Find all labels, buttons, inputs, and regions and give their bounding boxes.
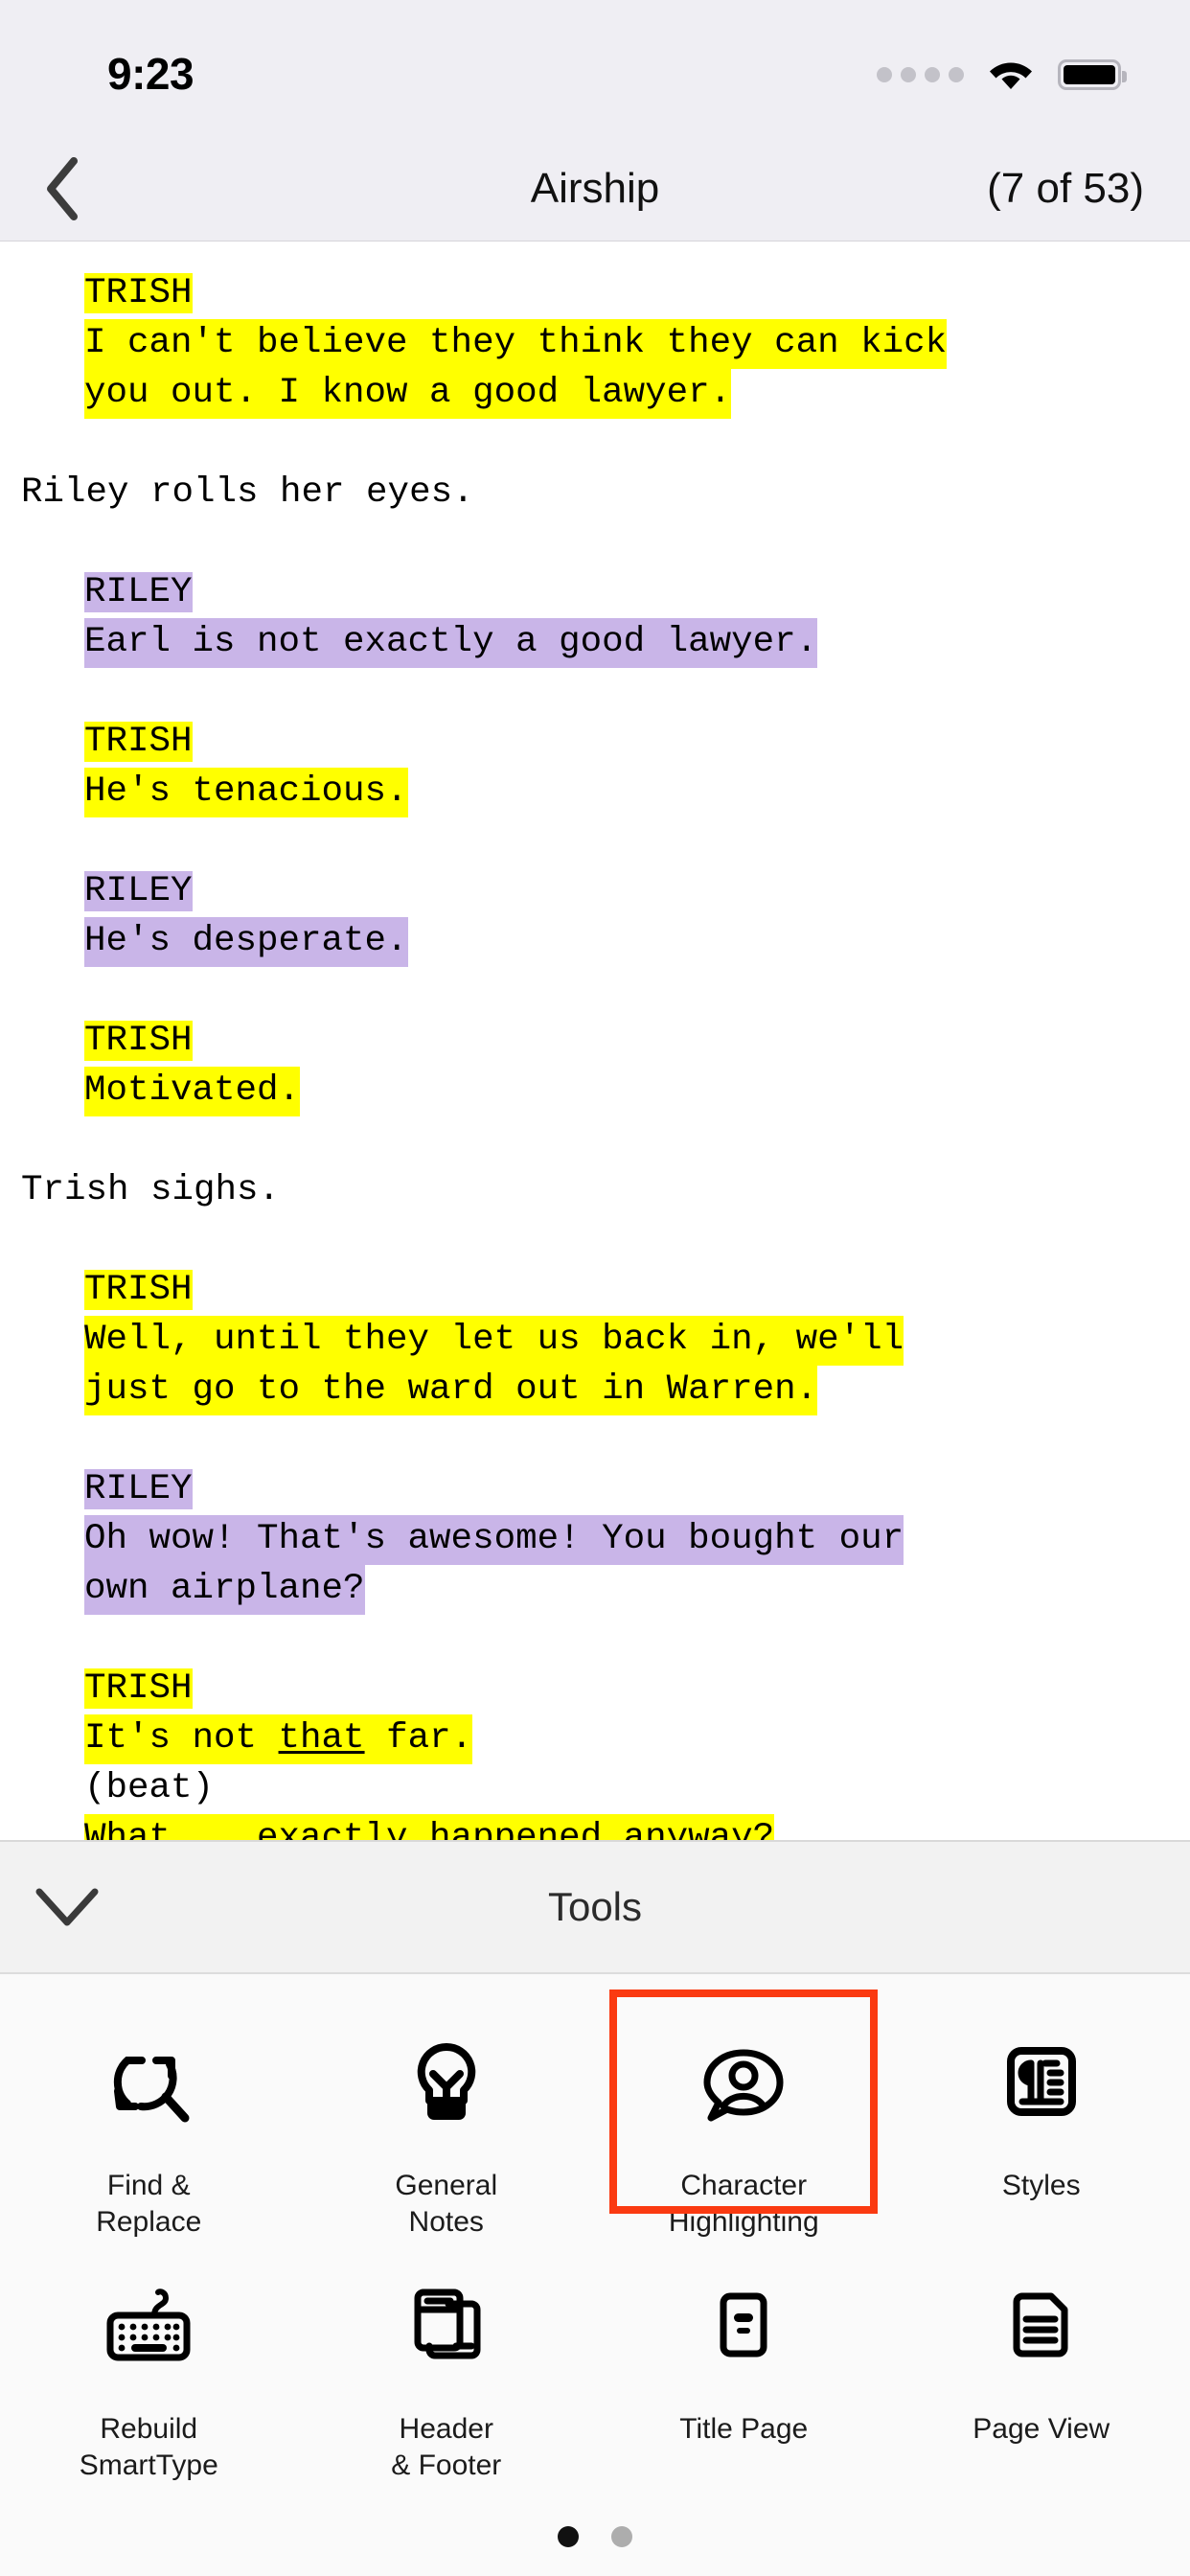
battery-full-icon	[1058, 59, 1127, 90]
page-dot-inactive[interactable]	[611, 2526, 632, 2547]
tool-header-footer[interactable]: Header & Footer	[298, 2250, 596, 2494]
chevron-down-icon	[34, 1886, 101, 1928]
character-name: RILEY	[84, 572, 193, 612]
character-name: TRISH	[84, 722, 193, 762]
parenthetical: (beat)	[84, 1768, 215, 1808]
tool-label: Page View	[973, 2413, 1110, 2445]
dialogue-block[interactable]: RILEY Oh wow! That's awesome! You bought…	[0, 1464, 1190, 1615]
page-indicator-dots[interactable]	[0, 2494, 1190, 2576]
dialogue-line: Motivated.	[0, 1066, 1190, 1116]
tools-row: Find & Replace General Notes Character H…	[0, 1990, 1190, 2250]
keyboard-icon	[99, 2271, 198, 2379]
dialogue-line: It's not that far.	[0, 1714, 1190, 1764]
dialogue-block[interactable]: TRISH I can't believe they think they ca…	[0, 268, 1190, 419]
wifi-icon	[985, 56, 1037, 94]
tool-label: Find & Replace	[96, 2170, 202, 2238]
dialogue-line: just go to the ward out in Warren.	[0, 1365, 1190, 1415]
header-footer-icon	[397, 2271, 496, 2379]
dialogue-line: What... exactly happened anyway?	[0, 1813, 1190, 1840]
tool-label: Styles	[1001, 2170, 1081, 2201]
dialogue-text-post: far.	[364, 1718, 473, 1759]
dialogue-block[interactable]: TRISH Motivated.	[0, 1016, 1190, 1116]
status-bar: 9:23	[0, 0, 1190, 136]
tool-rebuild-smarttype[interactable]: Rebuild SmartType	[0, 2250, 298, 2494]
tool-character-highlighting[interactable]: Character Highlighting	[595, 1990, 893, 2250]
dialogue-line: Well, until they let us back in, we'll	[0, 1315, 1190, 1366]
page-counter[interactable]: (7 of 53)	[987, 165, 1144, 213]
tool-title-page[interactable]: Title Page	[595, 2250, 893, 2494]
chevron-left-icon	[43, 156, 81, 220]
dialogue-line: He's desperate.	[0, 916, 1190, 967]
action-line: Riley rolls her eyes.	[21, 472, 474, 513]
tools-row: Rebuild SmartType Header & Footer Title …	[0, 2250, 1190, 2494]
dialogue-text-emphasis: that	[278, 1718, 365, 1759]
character-name: TRISH	[84, 1668, 193, 1709]
tool-label: Title Page	[679, 2413, 809, 2445]
tools-header: Tools	[0, 1840, 1190, 1974]
tool-page-view[interactable]: Page View	[893, 2250, 1190, 2494]
page-view-icon	[992, 2271, 1091, 2379]
tool-find-replace[interactable]: Find & Replace	[0, 2007, 298, 2250]
character-name: TRISH	[84, 1021, 193, 1061]
dialogue-line: I can't believe they think they can kick	[0, 318, 1190, 369]
dialogue-block[interactable]: TRISH He's tenacious.	[0, 717, 1190, 817]
tool-styles[interactable]: Styles	[893, 2007, 1190, 2250]
dialogue-line: you out. I know a good lawyer.	[0, 368, 1190, 419]
dialogue-line: Oh wow! That's awesome! You bought our	[0, 1514, 1190, 1565]
dialogue-line: He's tenacious.	[0, 767, 1190, 817]
tool-general-notes[interactable]: General Notes	[298, 2007, 596, 2250]
character-name: RILEY	[84, 871, 193, 911]
dialogue-block[interactable]: RILEY He's desperate.	[0, 866, 1190, 967]
find-replace-icon	[99, 2028, 198, 2135]
character-name: TRISH	[84, 273, 193, 313]
character-name: TRISH	[84, 1270, 193, 1310]
tool-label: Header & Footer	[391, 2413, 502, 2481]
page-dot-active[interactable]	[558, 2526, 579, 2547]
dialogue-block[interactable]: RILEY Earl is not exactly a good lawyer.	[0, 567, 1190, 668]
lightbulb-icon	[397, 2028, 496, 2135]
character-name: RILEY	[84, 1469, 193, 1509]
tool-label: Rebuild SmartType	[79, 2413, 218, 2481]
collapse-tools-button[interactable]	[0, 1886, 134, 1928]
tool-label: General Notes	[395, 2170, 498, 2238]
dialogue-block[interactable]: TRISH Well, until they let us back in, w…	[0, 1265, 1190, 1415]
status-time: 9:23	[107, 49, 195, 99]
signal-dots-icon	[877, 67, 964, 82]
script-content[interactable]: TRISH I can't believe they think they ca…	[0, 242, 1190, 1840]
dialogue-block[interactable]: TRISH It's not that far. (beat) What... …	[0, 1664, 1190, 1840]
navigation-bar: Airship (7 of 53)	[0, 136, 1190, 242]
dialogue-line: own airplane?	[0, 1564, 1190, 1615]
tools-grid: Find & Replace General Notes Character H…	[0, 1974, 1190, 2494]
action-line: Trish sighs.	[21, 1170, 281, 1210]
character-highlighting-icon	[694, 2028, 793, 2135]
tools-title: Tools	[547, 1884, 643, 1929]
pilcrow-styles-icon	[992, 2028, 1091, 2135]
screen-root: 9:23 Airship (7 of 53) TRISH I can't bel…	[0, 0, 1190, 2576]
dialogue-line: Earl is not exactly a good lawyer.	[0, 617, 1190, 668]
title-page-icon	[694, 2271, 793, 2379]
back-button[interactable]	[10, 156, 115, 220]
tool-label: Character Highlighting	[668, 2170, 819, 2238]
dialogue-text-pre: It's not	[84, 1718, 279, 1759]
status-indicators	[877, 56, 1127, 94]
